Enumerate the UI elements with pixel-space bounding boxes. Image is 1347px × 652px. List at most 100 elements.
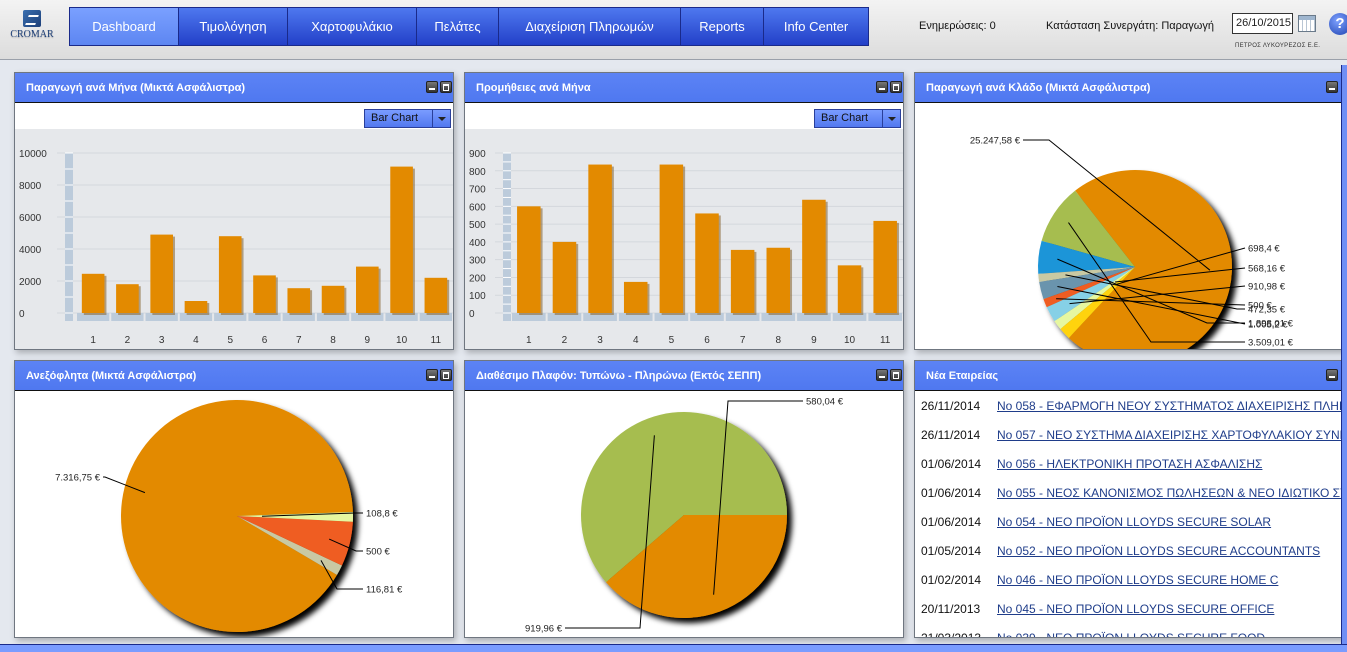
news-date: 26/11/2014 bbox=[921, 428, 981, 442]
partner-status: Κατάσταση Συνεργάτη: Παραγωγή bbox=[1046, 20, 1214, 32]
slice-label: 698,4 € bbox=[1248, 244, 1280, 255]
minimize-icon[interactable] bbox=[426, 81, 438, 93]
slice-label: 500 € bbox=[366, 547, 390, 558]
slice-label: 1.005,2 € bbox=[1248, 320, 1288, 331]
nav-reports[interactable]: Reports bbox=[681, 8, 764, 45]
minimize-icon[interactable] bbox=[426, 369, 438, 381]
slice-label: 3.509,01 € bbox=[1248, 338, 1294, 349]
y-tick-label: 300 bbox=[469, 256, 486, 267]
panel-header: Παραγωγή ανά Μήνα (Μικτά Ασφάλιστρα) bbox=[15, 73, 453, 103]
bar[interactable] bbox=[287, 288, 311, 313]
bar[interactable] bbox=[116, 284, 139, 313]
bar[interactable] bbox=[184, 301, 208, 313]
x-tick-label: 5 bbox=[669, 335, 675, 346]
y-tick-label: 8000 bbox=[19, 181, 42, 192]
x-tick-label: 9 bbox=[365, 335, 371, 346]
bar[interactable] bbox=[321, 285, 345, 313]
slice-label: 500 € bbox=[1248, 301, 1272, 312]
bar[interactable] bbox=[659, 164, 684, 313]
minimize-icon[interactable] bbox=[876, 369, 888, 381]
news-link[interactable]: No 046 - ΝΕΟ ΠΡΟΪΟΝ LLOYDS SECURE HOME C bbox=[997, 573, 1278, 587]
bar[interactable] bbox=[356, 266, 379, 313]
chart-type-label: Bar Chart bbox=[371, 112, 419, 124]
bar-chart-commissions: 0 100 200 300 400 500 600 700 800 900 1 2 3 4 5 6 7 8 9 10 1… bbox=[465, 129, 903, 349]
x-tick-label: 6 bbox=[262, 335, 268, 346]
x-tick-label: 11 bbox=[880, 335, 891, 346]
calendar-icon[interactable] bbox=[1298, 15, 1316, 32]
news-date: 01/05/2014 bbox=[921, 544, 982, 558]
minimize-icon[interactable] bbox=[1326, 81, 1338, 93]
nav-dashboard[interactable]: Dashboard bbox=[70, 8, 179, 45]
panel-title: Παραγωγή ανά Μήνα (Μικτά Ασφάλιστρα) bbox=[26, 82, 246, 94]
nav-payment-management[interactable]: Διαχείριση Πληρωμών bbox=[499, 8, 681, 45]
maximize-icon[interactable] bbox=[890, 81, 902, 93]
horizontal-scrollbar[interactable] bbox=[0, 644, 1347, 652]
bar[interactable] bbox=[424, 277, 448, 313]
chart-type-select[interactable]: Bar Chart bbox=[364, 109, 451, 128]
y-tick-label: 10000 bbox=[19, 149, 47, 160]
bar[interactable] bbox=[390, 166, 413, 313]
x-tick-label: 10 bbox=[396, 335, 408, 346]
x-tick-label: 8 bbox=[775, 335, 781, 346]
bar[interactable] bbox=[150, 234, 173, 313]
bar[interactable] bbox=[623, 281, 648, 313]
maximize-icon[interactable] bbox=[890, 369, 902, 381]
y-tick-label: 800 bbox=[469, 167, 486, 178]
pie-chart-limit: 919,96 € 580,04 € bbox=[525, 397, 844, 635]
bar[interactable] bbox=[837, 265, 862, 313]
x-tick-label: 1 bbox=[90, 335, 96, 346]
x-tick-label: 9 bbox=[811, 335, 817, 346]
chart-type-select[interactable]: Bar Chart bbox=[814, 109, 901, 128]
news-link[interactable]: No 055 - ΝΕΟΣ ΚΑΝΟΝΙΣΜΟΣ ΠΩΛΗΣΕΩΝ & ΝΕΟ … bbox=[997, 486, 1346, 500]
cromar-logo[interactable]: CROMAR bbox=[8, 10, 56, 46]
news-link[interactable]: No 045 - ΝΕΟ ΠΡΟΪΟΝ LLOYDS SECURE OFFICE bbox=[997, 602, 1274, 616]
x-tick-label: 7 bbox=[296, 335, 302, 346]
vertical-scrollbar[interactable] bbox=[1341, 65, 1347, 652]
news-link[interactable]: No 058 - ΕΦΑΡΜΟΓΗ ΝΕΟΥ ΣΥΣΤΗΜΑΤΟΣ ΔΙΑΧΕΙ… bbox=[997, 399, 1346, 413]
nav-portfolio[interactable]: Χαρτοφυλάκιο bbox=[288, 8, 417, 45]
pie bbox=[581, 412, 787, 618]
bar[interactable] bbox=[253, 275, 276, 313]
bar[interactable] bbox=[695, 213, 719, 313]
bar[interactable] bbox=[218, 236, 242, 313]
news-link[interactable]: No 054 - ΝΕΟ ΠΡΟΪΟΝ LLOYDS SECURE SOLAR bbox=[997, 515, 1271, 529]
panel-header: Διαθέσιμο Πλαφόν: Τυπώνω - Πληρώνω (Εκτό… bbox=[465, 361, 903, 391]
panel-production-by-branch: Παραγωγή ανά Κλάδο (Μικτά Ασφάλιστρα) 25… bbox=[914, 72, 1347, 350]
bar[interactable] bbox=[730, 249, 755, 313]
news-item: 26/11/2014 No 058 - ΕΦΑΡΜΟΓΗ ΝΕΟΥ ΣΥΣΤΗΜΑ… bbox=[921, 397, 1346, 426]
x-tick-label: 3 bbox=[159, 335, 165, 346]
bar[interactable] bbox=[766, 247, 791, 313]
nav-pricing[interactable]: Τιμολόγηση bbox=[179, 8, 288, 45]
bar[interactable] bbox=[81, 273, 105, 313]
nav-info-center[interactable]: Info Center bbox=[764, 8, 868, 45]
news-link[interactable]: No 057 - ΝΕΟ ΣΥΣΤΗΜΑ ΔΙΑΧΕΙΡΙΣΗΣ ΧΑΡΤΟΦΥ… bbox=[997, 428, 1346, 442]
date-field[interactable]: 26/10/2015 bbox=[1232, 13, 1293, 34]
maximize-icon[interactable] bbox=[440, 369, 452, 381]
news-link[interactable]: No 056 - ΗΛΕΚΤΡΟΝΙΚΗ ΠΡΟΤΑΣΗ ΑΣΦΑΛΙΣΗΣ bbox=[997, 457, 1262, 471]
bar[interactable] bbox=[802, 199, 826, 313]
chevron-down-icon[interactable] bbox=[432, 110, 450, 127]
pie-chart-branch: 25.247,58 €3.509,01 €1.898,01 €472,35 €1… bbox=[970, 136, 1294, 349]
news-link[interactable]: No 039 - ΝΕΟ ΠΡΟΪΟΝ LLOYDS SECURE FOOD bbox=[997, 631, 1265, 637]
help-icon[interactable]: ? bbox=[1329, 13, 1347, 35]
news-link[interactable]: No 052 - ΝΕΟ ΠΡΟΪΟΝ LLOYDS SECURE ACCOUN… bbox=[997, 544, 1320, 558]
nav-customers[interactable]: Πελάτες bbox=[417, 8, 499, 45]
minimize-icon[interactable] bbox=[1326, 369, 1338, 381]
maximize-icon[interactable] bbox=[440, 81, 452, 93]
bar[interactable] bbox=[517, 206, 541, 313]
panel-title: Νέα Εταιρείας bbox=[926, 370, 999, 382]
updates-count[interactable]: Ενημερώσεις: 0 bbox=[919, 20, 996, 32]
bar[interactable] bbox=[873, 220, 897, 313]
panel-company-news: Νέα Εταιρείας 26/11/2014 No 058 - ΕΦΑΡΜΟΓ… bbox=[914, 360, 1347, 638]
y-tick-label: 900 bbox=[469, 149, 486, 160]
y-tick-label: 500 bbox=[469, 220, 486, 231]
bar[interactable] bbox=[588, 164, 612, 313]
bar[interactable] bbox=[552, 241, 577, 313]
x-tick-label: 3 bbox=[597, 335, 603, 346]
x-tick-label: 2 bbox=[562, 335, 568, 346]
chevron-down-icon[interactable] bbox=[882, 110, 900, 127]
minimize-icon[interactable] bbox=[876, 81, 888, 93]
panel-header: Παραγωγή ανά Κλάδο (Μικτά Ασφάλιστρα) bbox=[915, 73, 1346, 103]
news-item: 01/06/2014 No 055 - ΝΕΟΣ ΚΑΝΟΝΙΣΜΟΣ ΠΩΛΗΣ… bbox=[921, 484, 1346, 513]
news-item: 01/06/2014 No 054 - ΝΕΟ ΠΡΟΪΟΝ LLOYDS SEC… bbox=[921, 513, 1346, 542]
